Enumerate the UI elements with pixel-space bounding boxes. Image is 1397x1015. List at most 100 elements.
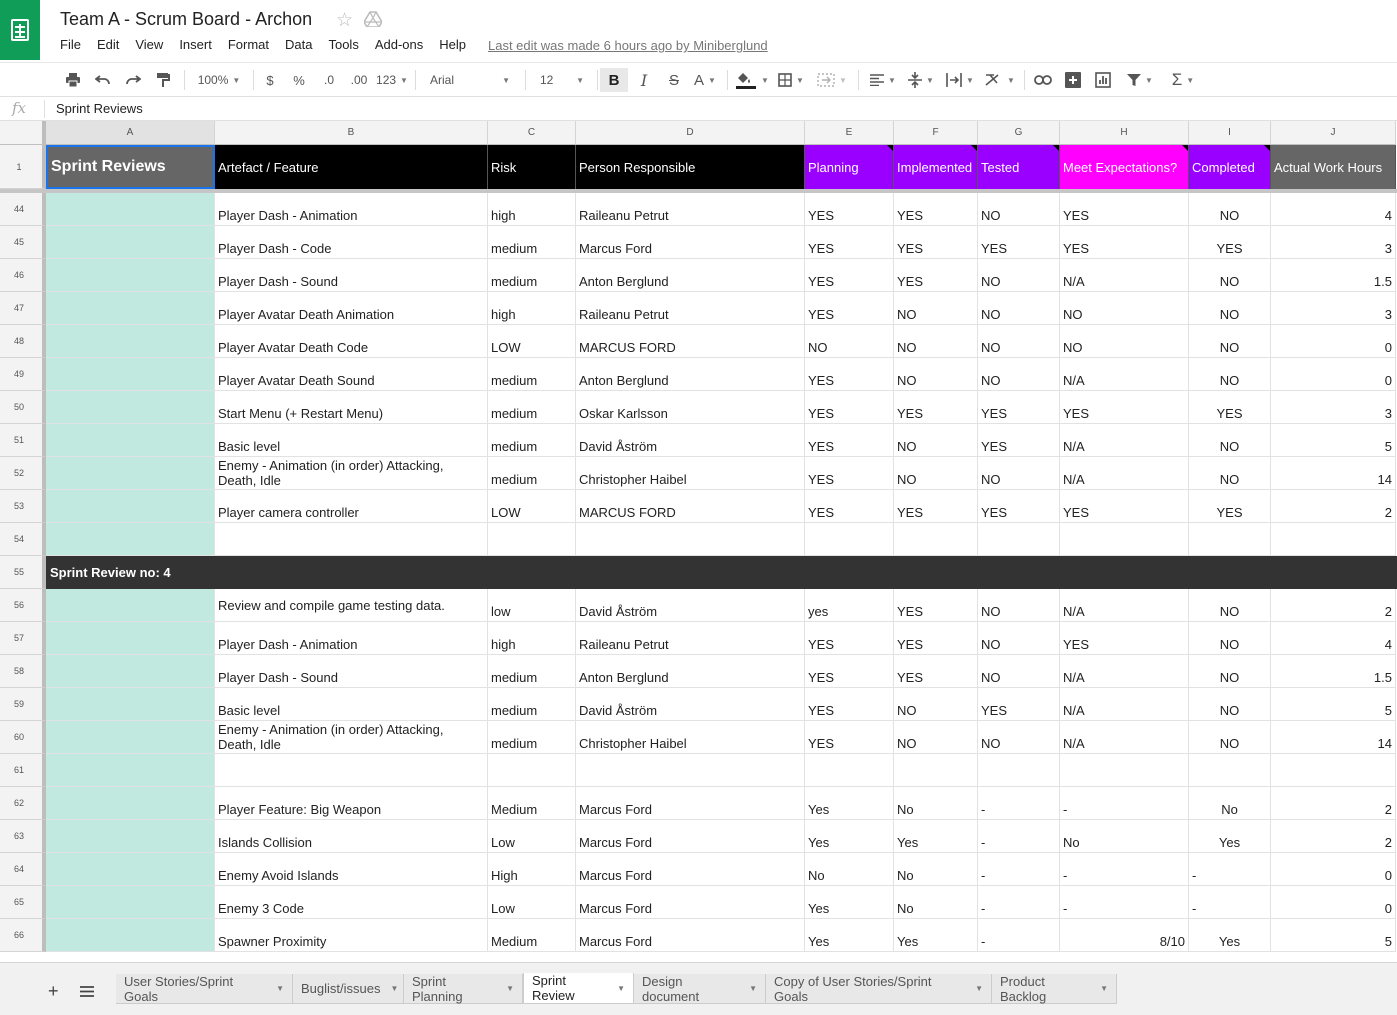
italic-button[interactable]: I	[632, 68, 656, 92]
cell-risk[interactable]: Medium	[488, 787, 576, 820]
header-cell-planning[interactable]: Planning	[805, 145, 894, 189]
cell-completed[interactable]: -	[1189, 853, 1271, 886]
cell-tested[interactable]: YES	[978, 688, 1060, 721]
cell-completed[interactable]: NO	[1189, 325, 1271, 358]
cell-implemented[interactable]	[894, 523, 978, 556]
row-number[interactable]: 46	[0, 259, 46, 292]
functions-icon[interactable]: Σ ▼	[1165, 68, 1201, 92]
cell-meet-expectations[interactable]: NO	[1060, 292, 1189, 325]
strikethrough-button[interactable]: S	[662, 68, 686, 92]
cell-planning[interactable]: YES	[805, 688, 894, 721]
header-cell-meet-expectations[interactable]: Meet Expectations?	[1060, 145, 1189, 189]
cell-completed[interactable]: NO	[1189, 589, 1271, 622]
cell-person[interactable]: Oskar Karlsson	[576, 391, 805, 424]
row-number[interactable]: 64	[0, 853, 46, 886]
cell-meet-expectations[interactable]: N/A	[1060, 424, 1189, 457]
insert-chart-icon[interactable]	[1091, 68, 1115, 92]
cell-work-hours[interactable]: 14	[1271, 457, 1396, 490]
font-family-select[interactable]: Arial ▼	[424, 68, 516, 92]
cell-sprint[interactable]	[46, 853, 215, 886]
cell-risk[interactable]: High	[488, 853, 576, 886]
cell-meet-expectations[interactable]: N/A	[1060, 721, 1189, 754]
select-all-corner[interactable]	[0, 121, 46, 145]
cell-person[interactable]: Raileanu Petrut	[576, 292, 805, 325]
cell-implemented[interactable]: YES	[894, 259, 978, 292]
cell-implemented[interactable]: No	[894, 853, 978, 886]
cell-completed[interactable]: NO	[1189, 721, 1271, 754]
header-cell-feature[interactable]: Artefact / Feature	[215, 145, 488, 189]
row-number[interactable]: 48	[0, 325, 46, 358]
cell-tested[interactable]: YES	[978, 226, 1060, 259]
cell-risk[interactable]: low	[488, 589, 576, 622]
cell-planning[interactable]	[805, 523, 894, 556]
cell-work-hours[interactable]: 0	[1271, 886, 1396, 919]
cell-work-hours[interactable]: 3	[1271, 292, 1396, 325]
cell-implemented[interactable]: No	[894, 787, 978, 820]
cell-meet-expectations[interactable]: -	[1060, 787, 1189, 820]
cell-planning[interactable]: YES	[805, 655, 894, 688]
cell-risk[interactable]: medium	[488, 688, 576, 721]
cell-tested[interactable]: -	[978, 787, 1060, 820]
cell-planning[interactable]	[805, 754, 894, 787]
cell-completed[interactable]	[1189, 523, 1271, 556]
column-header-a[interactable]: A	[46, 121, 215, 145]
row-number[interactable]: 56	[0, 589, 46, 622]
cell-feature[interactable]: Player Dash - Code	[215, 226, 488, 259]
cell-person[interactable]: David Åström	[576, 589, 805, 622]
cell-sprint[interactable]	[46, 688, 215, 721]
menu-addons[interactable]: Add-ons	[367, 37, 431, 52]
cell-tested[interactable]: YES	[978, 490, 1060, 523]
cell-sprint[interactable]	[46, 589, 215, 622]
cell-feature[interactable]: Player Dash - Animation	[215, 193, 488, 226]
filter-icon[interactable]: ▼	[1121, 68, 1159, 92]
cell-sprint[interactable]	[46, 919, 215, 952]
cell-person[interactable]: Marcus Ford	[576, 919, 805, 952]
cell-tested[interactable]: NO	[978, 721, 1060, 754]
cell-sprint[interactable]	[46, 292, 215, 325]
cell-implemented[interactable]: NO	[894, 457, 978, 490]
cell-planning[interactable]: YES	[805, 424, 894, 457]
cell-work-hours[interactable]: 0	[1271, 853, 1396, 886]
header-cell-sprint[interactable]: Sprint Reviews	[46, 145, 215, 189]
merge-cells-icon[interactable]: ▼	[815, 68, 849, 92]
row-number[interactable]: 47	[0, 292, 46, 325]
cell-completed[interactable]: -	[1189, 886, 1271, 919]
decrease-decimal-button[interactable]: .0	[318, 68, 340, 92]
cell-risk[interactable]: high	[488, 622, 576, 655]
cell-work-hours[interactable]: 3	[1271, 391, 1396, 424]
paint-format-icon[interactable]	[152, 68, 174, 92]
cell-work-hours[interactable]: 5	[1271, 424, 1396, 457]
cell-feature[interactable]: Player Feature: Big Weapon	[215, 787, 488, 820]
cell-sprint[interactable]	[46, 622, 215, 655]
star-icon[interactable]: ☆	[336, 9, 353, 32]
font-size-select[interactable]: 12 ▼	[534, 68, 590, 92]
sheet-tab-copy-of-user-stories-sprint-goals[interactable]: Copy of User Stories/Sprint Goals ▼	[766, 974, 992, 1004]
cell-tested[interactable]: NO	[978, 589, 1060, 622]
cell-person[interactable]: Anton Berglund	[576, 358, 805, 391]
cell-work-hours[interactable]: 0	[1271, 358, 1396, 391]
tab-menu-caret-icon[interactable]: ▼	[506, 984, 514, 993]
menu-file[interactable]: File	[52, 37, 89, 52]
cell-meet-expectations[interactable]: N/A	[1060, 457, 1189, 490]
cell-sprint[interactable]	[46, 721, 215, 754]
cell-risk[interactable]: medium	[488, 721, 576, 754]
cell-tested[interactable]: NO	[978, 655, 1060, 688]
cell-person[interactable]: Marcus Ford	[576, 820, 805, 853]
cell-tested[interactable]: NO	[978, 622, 1060, 655]
document-title[interactable]: Team A - Scrum Board - Archon	[60, 9, 312, 30]
cell-meet-expectations[interactable]: No	[1060, 820, 1189, 853]
text-wrapping-icon[interactable]: ▼	[942, 68, 978, 92]
row-number[interactable]: 66	[0, 919, 46, 952]
cell-sprint[interactable]	[46, 523, 215, 556]
cell-work-hours[interactable]: 2	[1271, 490, 1396, 523]
cell-implemented[interactable]	[894, 754, 978, 787]
cell-person[interactable]: Raileanu Petrut	[576, 193, 805, 226]
zoom-select[interactable]: 100% ▼	[192, 68, 246, 92]
cell-feature[interactable]: Player Avatar Death Sound	[215, 358, 488, 391]
sheets-logo-icon[interactable]	[0, 0, 40, 60]
cell-tested[interactable]: NO	[978, 259, 1060, 292]
cell-implemented[interactable]: YES	[894, 589, 978, 622]
cell-feature[interactable]: Spawner Proximity	[215, 919, 488, 952]
percent-format-button[interactable]: %	[289, 68, 309, 92]
cell-meet-expectations[interactable]	[1060, 754, 1189, 787]
